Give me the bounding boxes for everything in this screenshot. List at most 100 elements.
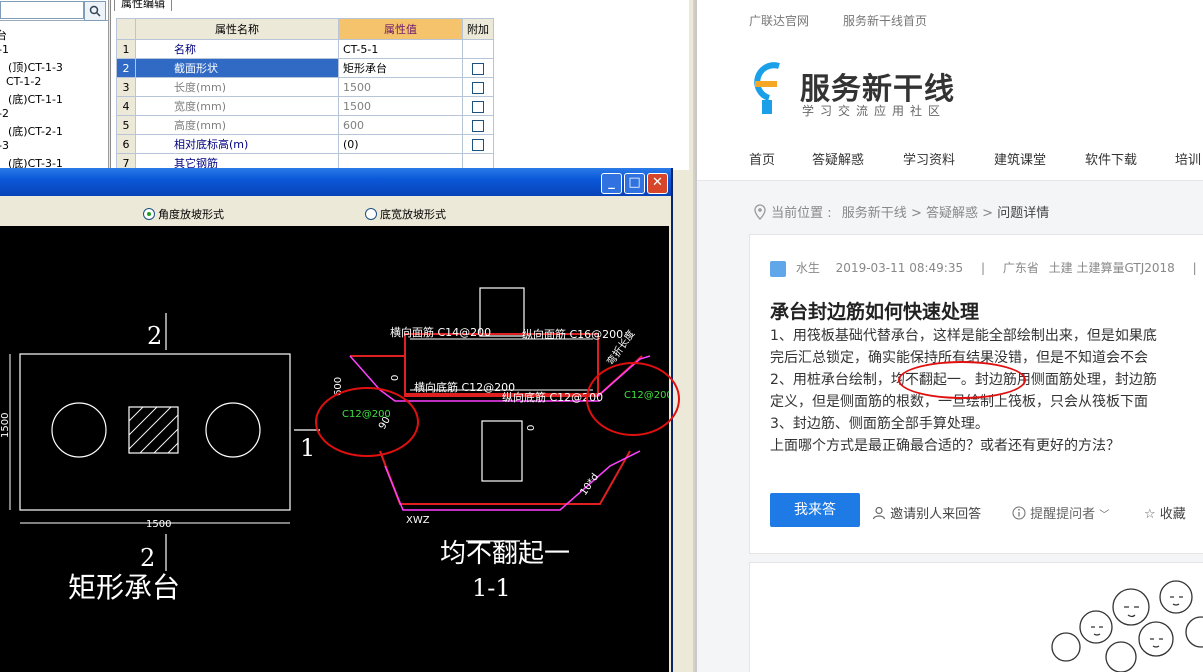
slope-mode-bar: 角度放坡形式 底宽放坡形式 (0, 196, 669, 226)
nav-training[interactable]: 培训 (1175, 149, 1201, 168)
drawing-canvas[interactable]: 2 1 2 1500 1500 矩形承台 横向面筋 C14@200 纵向面筋 C… (0, 226, 680, 672)
header-blank (116, 18, 136, 40)
tree-search-input[interactable] (0, 1, 84, 19)
answer-button[interactable]: 我来答 (770, 493, 860, 527)
table-row[interactable]: 2 截面形状 矩形承台 (116, 58, 494, 78)
property-name: 宽度(mm) (135, 96, 339, 116)
meta-separator: | (980, 261, 985, 275)
rebar-label-bot-h: 横向底筋 C12@200 (414, 380, 515, 394)
person-icon (872, 506, 886, 520)
extra-checkbox[interactable] (472, 119, 484, 132)
question-line: 上面哪个方式是最正确最合适的？或者还有更好的方法？ (770, 438, 1120, 454)
table-row[interactable]: 3 长度(mm) 1500 (116, 77, 494, 97)
minimize-icon: _ (608, 175, 615, 190)
rebar-label-top-h: 横向面筋 C14@200 (390, 325, 491, 339)
radio-dot-selected (143, 208, 155, 220)
property-value[interactable]: 1500 (338, 96, 463, 116)
link-service-home[interactable]: 服务新干线首页 (843, 12, 927, 29)
illustration-card (749, 562, 1203, 672)
extra-cell (462, 58, 494, 78)
dim-0-b: 0 (526, 425, 537, 431)
row-number: 3 (116, 77, 136, 97)
star-icon: ☆ (1144, 507, 1156, 522)
dim-10d: 10*d (578, 472, 601, 498)
minimize-button[interactable]: _ (601, 173, 622, 194)
crowd-illustration (1051, 580, 1203, 672)
caption-rect-cap: 矩形承台 (68, 571, 180, 604)
radio-width-slope[interactable]: 底宽放坡形式 (365, 206, 446, 222)
site-header: 服务新干线 学习交流应用社区 首页 答疑解惑 学习资料 建筑课堂 软件下载 培训 (697, 40, 1203, 181)
property-value[interactable]: 600 (338, 115, 463, 135)
extra-checkbox[interactable] (472, 81, 484, 94)
nav-qa[interactable]: 答疑解惑 (812, 149, 864, 168)
nav-classroom[interactable]: 建筑课堂 (994, 149, 1046, 168)
link-glodon-official[interactable]: 广联达官网 (749, 12, 809, 29)
close-button[interactable]: ✕ (647, 173, 668, 194)
dialog-titlebar[interactable]: _ □ ✕ (0, 168, 671, 196)
tree-item[interactable]: -3 (0, 139, 9, 152)
component-tree-panel: 台 台 -1 (顶)CT-1-3 CT-1-2 (底)CT-1-1 -2 (底)… (0, 0, 109, 170)
nav-materials[interactable]: 学习资料 (903, 149, 955, 168)
property-name: 截面形状 (135, 58, 339, 78)
tree-item[interactable]: (底)CT-1-1 (8, 91, 63, 107)
property-name: 高度(mm) (135, 115, 339, 135)
tab-property-editor[interactable]: 属性编辑 (114, 0, 172, 11)
invite-label: 邀请别人来回答 (890, 507, 982, 522)
avatar[interactable] (770, 260, 786, 277)
remind-button[interactable]: 提醒提问者 ﹀ (1012, 503, 1109, 522)
breadcrumb-link-service[interactable]: 服务新干线 (842, 206, 907, 221)
nav-home[interactable]: 首页 (749, 149, 775, 168)
magnifier-icon (89, 5, 101, 17)
tree-item[interactable]: CT-1-2 (6, 75, 41, 88)
tree-item[interactable]: 台 (0, 27, 7, 43)
tags[interactable]: 土建 土建算量GTJ2018 (1049, 261, 1175, 275)
tree-item[interactable]: -1 (0, 43, 9, 56)
remind-label: 提醒提问者 (1030, 507, 1096, 522)
breadcrumb-link-qa[interactable]: 答疑解惑 (926, 206, 978, 221)
radio-angle-slope[interactable]: 角度放坡形式 (143, 206, 224, 222)
invite-button[interactable]: 邀请别人来回答 (872, 503, 981, 522)
extra-cell (462, 115, 494, 135)
row-number: 4 (116, 96, 136, 116)
post-time: 2019-03-11 08:49:35 (835, 261, 964, 275)
table-row[interactable]: 4 宽度(mm) 1500 (116, 96, 494, 116)
rebar-label-top-v: 纵向面筋 C16@200 (522, 327, 623, 341)
collect-button[interactable]: ☆ 收藏 (1144, 503, 1186, 522)
dim-text-1500-v: 1500 (0, 413, 11, 438)
slope-dialog: _ □ ✕ 角度放坡形式 底宽放坡形式 2 1 2 1500 1500 矩形承台… (0, 168, 680, 672)
extra-checkbox[interactable] (472, 62, 484, 75)
extra-cell (462, 96, 494, 116)
header-value: 属性值 (338, 18, 463, 40)
table-row[interactable]: 5 高度(mm) 600 (116, 115, 494, 135)
forum-webpage: 广联达官网 服务新干线首页 服务新干线 学习交流应用社区 首页 答疑解惑 学习资… (695, 0, 1203, 672)
breadcrumb-separator: > (910, 206, 922, 221)
question-title: 承台封边筋如何快速处理 (770, 301, 980, 323)
location-pin-icon (754, 204, 766, 220)
collect-label: 收藏 (1159, 507, 1186, 522)
extra-checkbox[interactable] (472, 100, 484, 113)
property-value[interactable]: 矩形承台 (338, 58, 463, 78)
radio-label: 底宽放坡形式 (380, 208, 446, 221)
nav-downloads[interactable]: 软件下载 (1085, 149, 1137, 168)
tree-item[interactable]: (底)CT-2-1 (8, 123, 63, 139)
breadcrumb-current: 问题详情 (997, 206, 1050, 221)
extra-checkbox[interactable] (472, 138, 484, 151)
question-line: 1、用筏板基础代替承台，这样是能全部绘制出来，但是如果底 (770, 328, 1157, 344)
table-row[interactable]: 1 名称 CT-5-1 (116, 39, 494, 59)
property-value[interactable]: (0) (338, 134, 463, 154)
radio-label: 角度放坡形式 (158, 208, 224, 221)
breadcrumb-separator: > (982, 206, 994, 221)
tree-item[interactable]: (顶)CT-1-3 (8, 59, 63, 75)
caption-no-flip: 均不翻起一 (440, 539, 570, 569)
author-name[interactable]: 水生 (796, 261, 820, 275)
tree-item[interactable]: -2 (0, 107, 9, 120)
maximize-button[interactable]: □ (624, 173, 645, 194)
property-value[interactable]: 1500 (338, 77, 463, 97)
property-value[interactable]: CT-5-1 (338, 39, 463, 59)
tree-search-bar (0, 0, 108, 21)
tree-search-button[interactable] (84, 1, 106, 21)
annotation-circle-left (315, 387, 419, 457)
info-icon (1012, 506, 1026, 520)
pile-circle-left (51, 402, 107, 458)
table-row[interactable]: 6 相对底标高(m) (0) (116, 134, 494, 154)
